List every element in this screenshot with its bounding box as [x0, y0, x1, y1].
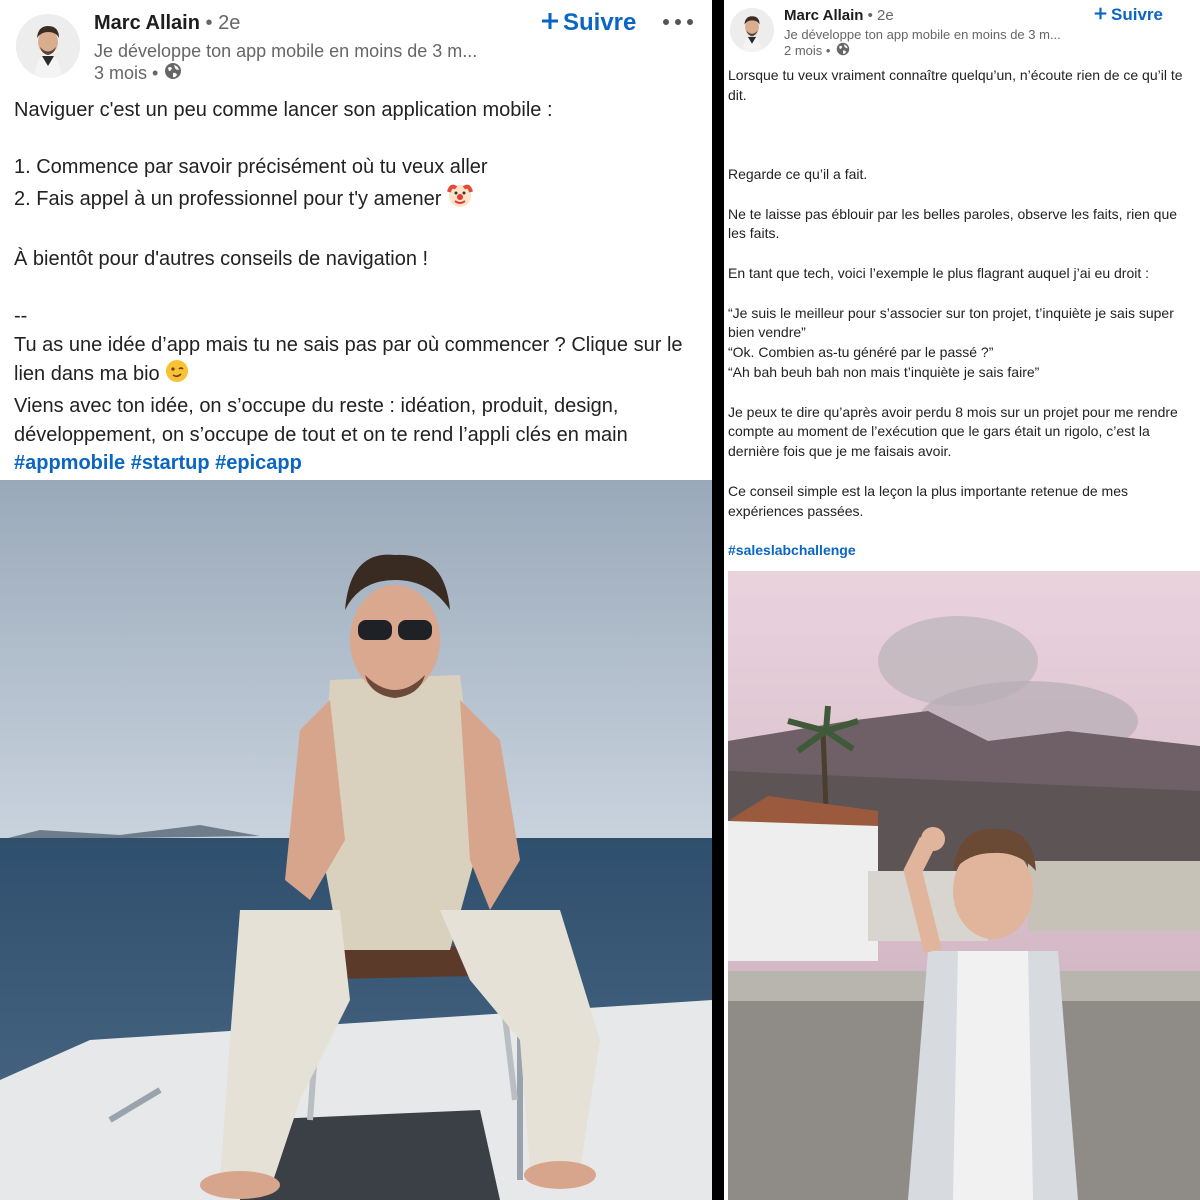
- connection-degree: • 2e: [867, 7, 894, 24]
- quote-1: “Je suis le meilleur pour s’associer sur…: [728, 304, 1178, 341]
- body-intro: Naviguer c'est un peu comme lancer son a…: [14, 99, 553, 121]
- post-photo[interactable]: [728, 571, 1200, 1200]
- separator: --: [14, 305, 28, 328]
- follow-label: Suivre: [563, 9, 637, 36]
- cta-text: Tu as une idée d’app mais tu ne sais pas…: [14, 333, 689, 386]
- author-name[interactable]: Marc Allain: [784, 7, 863, 24]
- paragraph-2: Regarde ce qu’il a fait.: [728, 165, 868, 182]
- paragraph-1: Lorsque tu veux vraiment connaître quelq…: [728, 67, 1187, 103]
- connection-degree: • 2e: [205, 12, 241, 34]
- offer-text: Viens avec ton idée, on s’occupe du rest…: [14, 394, 628, 446]
- closing-line: À bientôt pour d'autres conseils de navi…: [14, 247, 429, 270]
- author-headline: Je développe ton app mobile en moins de …: [94, 41, 478, 61]
- author-line: Marc Allain • 2e: [784, 7, 894, 24]
- globe-icon: [836, 42, 850, 59]
- author-headline: Je développe ton app mobile en moins de …: [784, 27, 1061, 42]
- panel-divider: [712, 0, 724, 1200]
- hashtags[interactable]: #appmobile #startup #epicapp: [14, 452, 302, 474]
- post-photo[interactable]: [0, 480, 712, 1200]
- linkedin-post-right: Marc Allain • 2e Je développe ton app mo…: [724, 0, 1200, 1200]
- linkedin-post-left: Marc Allain • 2e Je développe ton app mo…: [0, 0, 712, 1200]
- avatar-image: [730, 8, 774, 52]
- avatar-image: [16, 14, 80, 78]
- hashtags[interactable]: #saleslabchallenge: [728, 542, 856, 558]
- follow-label: Suivre: [1111, 5, 1163, 24]
- quote-2: “Ok. Combien as-tu généré par le passé ?…: [728, 344, 994, 361]
- post-time: 3 mois •: [94, 63, 159, 83]
- post-time: 2 mois •: [784, 43, 831, 58]
- author-line: Marc Allain • 2e: [94, 12, 240, 35]
- globe-icon: [164, 62, 182, 85]
- more-icon[interactable]: [661, 10, 695, 39]
- paragraph-3: Ne te laisse pas éblouir par les belles …: [728, 205, 1181, 242]
- plus-icon: [541, 9, 559, 37]
- wink-emoji: [165, 359, 189, 392]
- avatar[interactable]: [16, 14, 80, 78]
- post-body: Lorsque tu veux vraiment connaître quelq…: [728, 66, 1198, 561]
- avatar[interactable]: [730, 8, 774, 52]
- paragraph-5: Je peux te dire qu’après avoir perdu 8 m…: [728, 403, 1182, 460]
- list-item-2: 2. Fais appel à un professionnel pour t'…: [14, 187, 442, 210]
- post-meta: 3 mois •: [94, 62, 182, 85]
- follow-button[interactable]: Suivre: [541, 9, 636, 37]
- paragraph-4: En tant que tech, voici l’exemple le plu…: [728, 264, 1150, 281]
- quote-3: “Ah bah beuh bah non mais t’inquiète je …: [728, 363, 1040, 380]
- clown-emoji: [447, 182, 473, 217]
- plus-icon: [1094, 5, 1107, 25]
- follow-button[interactable]: Suivre: [1094, 5, 1163, 25]
- paragraph-6: Ce conseil simple est la leçon la plus i…: [728, 482, 1132, 519]
- list-item-1: 1. Commence par savoir précisément où tu…: [14, 156, 488, 179]
- post-body: Naviguer c'est un peu comme lancer son a…: [14, 96, 704, 478]
- post-meta: 2 mois •: [784, 42, 850, 59]
- author-name[interactable]: Marc Allain: [94, 12, 200, 34]
